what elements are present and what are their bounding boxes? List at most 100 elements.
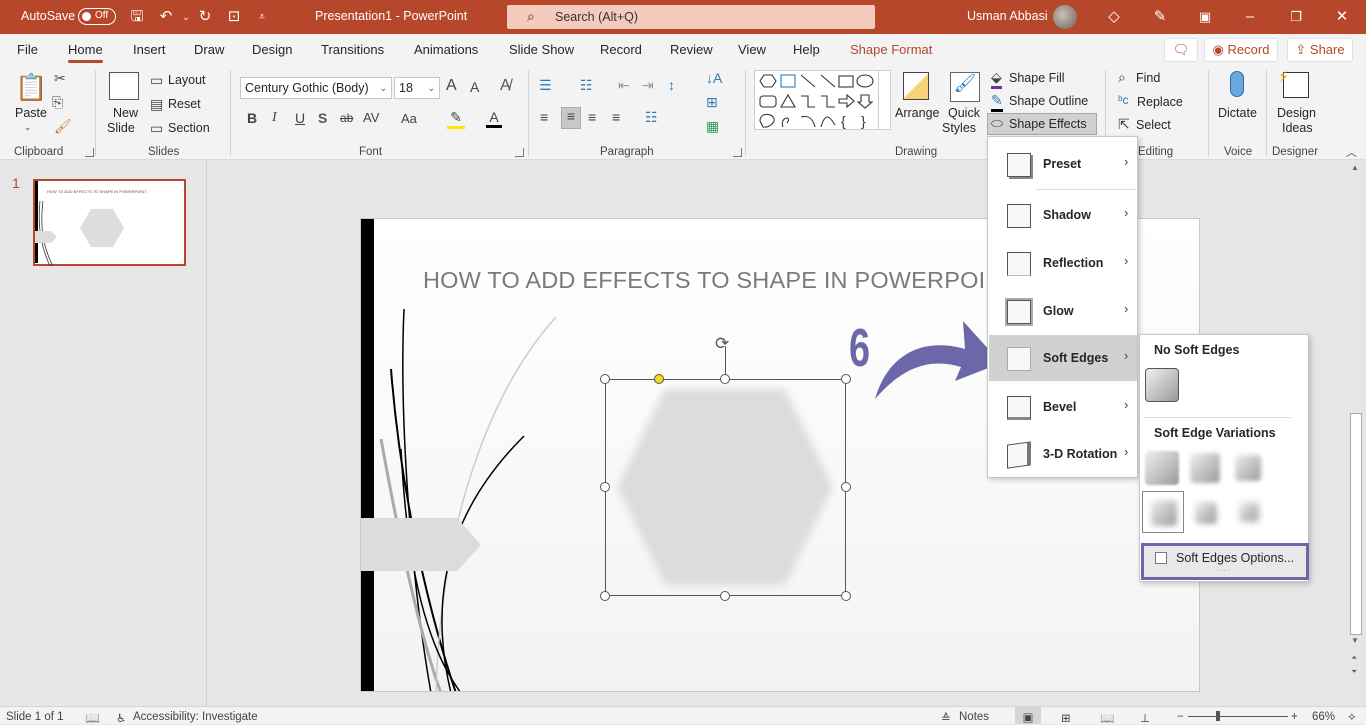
quick-styles-icon[interactable]: 🖌 (950, 72, 980, 102)
normal-view-icon[interactable]: ▣ (1015, 707, 1041, 724)
clear-formatting-icon[interactable]: A̸ (500, 77, 511, 95)
scroll-up-icon[interactable]: ▲ (1351, 163, 1359, 172)
menu-item-reflection[interactable]: Reflection › (989, 240, 1137, 286)
underline-button[interactable]: U (295, 110, 305, 126)
quick-styles-label[interactable]: Quick (948, 106, 980, 120)
paste-button[interactable]: Paste (15, 106, 47, 120)
resize-handle[interactable] (600, 374, 610, 384)
reading-view-icon[interactable]: 📖 (1100, 711, 1114, 725)
tab-draw[interactable]: Draw (194, 42, 224, 57)
menu-item-preset[interactable]: Preset › (989, 141, 1137, 187)
arrange-button[interactable]: Arrange (895, 106, 939, 120)
soft-edge-variation-1[interactable] (1145, 451, 1179, 485)
record-button[interactable]: ◉ Record (1204, 38, 1278, 62)
tab-view[interactable]: View (738, 42, 766, 57)
fit-to-window-icon[interactable]: ⟡ (1348, 711, 1356, 724)
char-spacing-button[interactable]: AV (363, 110, 379, 125)
text-shadow-button[interactable]: S (318, 110, 327, 126)
zoom-slider-track[interactable] (1188, 716, 1288, 717)
ribbon-display-icon[interactable]: ▣ (1195, 7, 1215, 27)
menu-item-3d-rotation[interactable]: 3-D Rotation › (989, 431, 1137, 477)
present-icon[interactable]: ⊡ (224, 7, 244, 27)
resize-grip-icon[interactable]: ···· (1216, 566, 1231, 575)
section-button[interactable]: Section (168, 121, 210, 135)
slide-thumbnail[interactable]: HOW TO ADD EFFECTS TO SHAPE IN POWERPOIN… (33, 179, 186, 266)
zoom-in-icon[interactable]: + (1291, 711, 1298, 723)
font-size-combo[interactable]: 18 ⌄ (394, 77, 440, 99)
text-direction-icon[interactable]: ↓A (706, 70, 722, 86)
shapes-gallery-scroll[interactable] (878, 70, 891, 130)
arrange-icon[interactable] (903, 72, 929, 100)
italic-button[interactable]: I (272, 110, 277, 126)
select-button[interactable]: Select (1136, 118, 1171, 132)
shape-fill-button[interactable]: Shape Fill (1009, 71, 1065, 85)
resize-handle[interactable] (720, 591, 730, 601)
highlight-icon[interactable]: ✎ (447, 109, 465, 129)
format-painter-icon[interactable]: 🖌 (54, 118, 72, 135)
resize-handle[interactable] (841, 482, 851, 492)
resize-handle[interactable] (600, 591, 610, 601)
font-launcher-icon[interactable] (515, 148, 524, 157)
change-case-button[interactable]: Aa (401, 111, 417, 126)
smartart-icon[interactable]: ▦ (706, 118, 719, 135)
undo-icon[interactable]: ↶ (156, 7, 176, 27)
reset-button[interactable]: Reset (168, 97, 201, 111)
tab-review[interactable]: Review (670, 42, 713, 57)
tab-transitions[interactable]: Transitions (321, 42, 384, 57)
scroll-down-icon[interactable]: ▼ (1351, 636, 1359, 645)
design-ideas-label-2[interactable]: Ideas (1282, 121, 1313, 135)
menu-item-soft-edges[interactable]: Soft Edges › (989, 335, 1137, 381)
new-slide-label[interactable]: New (113, 106, 138, 120)
quick-styles-label-2[interactable]: Styles (942, 121, 976, 135)
shape-outline-button[interactable]: Shape Outline (1009, 94, 1088, 108)
tab-record[interactable]: Record (600, 42, 642, 57)
design-ideas-label[interactable]: Design (1277, 106, 1316, 120)
restore-icon[interactable]: ❐ (1286, 7, 1306, 27)
collapse-ribbon-icon[interactable]: ︿ (1346, 144, 1357, 160)
shrink-font-icon[interactable]: A (470, 79, 479, 95)
zoom-level[interactable]: 66% (1312, 711, 1335, 723)
soft-edges-options-button[interactable]: Soft Edges Options... ···· (1141, 543, 1309, 580)
align-center-icon[interactable]: ≡ (561, 107, 581, 129)
zoom-out-icon[interactable]: − (1177, 711, 1184, 723)
slide-sorter-icon[interactable]: ⊞ (1061, 711, 1071, 725)
share-button[interactable]: ⇪ Share (1287, 38, 1353, 62)
copy-icon[interactable]: ⎘ (52, 94, 63, 111)
paragraph-launcher-icon[interactable] (733, 148, 742, 157)
spell-check-icon[interactable]: 📖 (85, 711, 100, 725)
menu-item-bevel[interactable]: Bevel › (989, 384, 1137, 430)
strikethrough-button[interactable]: ab (340, 111, 353, 125)
user-name[interactable]: Usman Abbasi (967, 9, 1048, 23)
cut-icon[interactable]: ✂ (54, 70, 66, 87)
pen-icon[interactable]: ✎ (1150, 7, 1170, 27)
autosave-toggle[interactable]: Off (78, 8, 116, 25)
font-name-combo[interactable]: Century Gothic (Body) ⌄ (240, 77, 392, 99)
paste-dropdown-icon[interactable]: ⌄ (24, 122, 32, 133)
vertical-scrollbar[interactable]: ▲ ▼ ⏶ ⏷ (1348, 161, 1364, 706)
paste-icon[interactable]: 📋 (15, 72, 47, 102)
dictate-button[interactable]: Dictate (1218, 106, 1257, 120)
columns-icon[interactable]: ☷ (645, 109, 658, 126)
minimize-icon[interactable]: – (1240, 7, 1260, 27)
numbering-icon[interactable]: ☷ (580, 77, 593, 94)
slide-title[interactable]: HOW TO ADD EFFECTS TO SHAPE IN POWERPOIN… (423, 267, 1017, 294)
menu-item-glow[interactable]: Glow › (989, 288, 1137, 334)
adjustment-handle[interactable] (654, 374, 664, 384)
previous-slide-icon[interactable]: ⏶ (1351, 653, 1357, 663)
avatar[interactable] (1053, 5, 1077, 29)
microphone-icon[interactable] (1230, 71, 1244, 97)
soft-edge-variation-2[interactable] (1190, 453, 1220, 483)
increase-indent-icon[interactable]: ⇥ (642, 77, 654, 94)
new-slide-label-2[interactable]: Slide (107, 121, 135, 135)
justify-icon[interactable]: ≡ (612, 109, 620, 125)
close-icon[interactable]: ✕ (1332, 7, 1352, 27)
soft-edge-variation-6[interactable] (1239, 502, 1259, 522)
soft-edge-variation-4-selected[interactable] (1142, 491, 1184, 533)
accessibility-status[interactable]: Accessibility: Investigate (133, 711, 258, 723)
layout-button[interactable]: Layout (168, 73, 206, 87)
zoom-slider-thumb[interactable] (1216, 711, 1220, 721)
clipboard-launcher-icon[interactable] (85, 148, 94, 157)
soft-edge-variation-3[interactable] (1235, 455, 1261, 481)
resize-handle[interactable] (600, 482, 610, 492)
align-right-icon[interactable]: ≡ (588, 109, 596, 125)
